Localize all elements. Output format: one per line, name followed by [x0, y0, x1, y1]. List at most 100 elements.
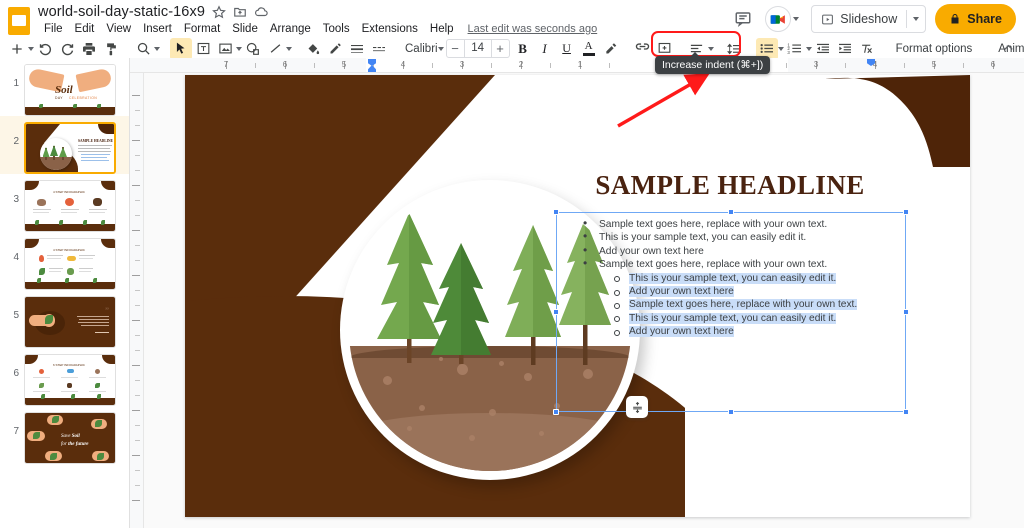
thumbnail-canvas[interactable]: Save Soil for the future [24, 412, 116, 464]
bullet-level2-item[interactable]: This is your sample text, you can easily… [565, 312, 899, 325]
cloud-saved-icon[interactable] [254, 5, 268, 19]
menu-view[interactable]: View [100, 22, 137, 36]
slide-thumbnail-1[interactable]: 1 Soil DAY CELEBRATION [0, 58, 129, 116]
menu-slide[interactable]: Slide [226, 22, 264, 36]
add-slide-icon[interactable] [6, 38, 28, 60]
thumbnail-canvas[interactable]: 4 STEP INFOGRAPHIC [24, 180, 116, 232]
font-name-chevron-down-icon[interactable] [437, 46, 444, 51]
slide-thumbnail-5[interactable]: 5 ” [0, 290, 129, 348]
text-color-button[interactable]: A [578, 38, 600, 60]
bullet-list[interactable]: Sample text goes here, replace with your… [565, 217, 899, 339]
increase-font-size-button[interactable]: + [492, 40, 509, 57]
line-icon[interactable] [264, 38, 286, 60]
share-button[interactable]: Share [935, 4, 1016, 34]
bullet-level2-item[interactable]: Add your own text here [565, 285, 899, 298]
collapse-toolbar-icon[interactable] [1001, 40, 1016, 58]
resize-handle-mid-right[interactable] [903, 309, 909, 315]
google-meet-icon [765, 6, 792, 32]
resize-handle-bottom-left[interactable] [553, 409, 559, 415]
highlight-color-icon[interactable] [600, 38, 622, 60]
insert-link-icon[interactable] [632, 38, 654, 60]
menu-help[interactable]: Help [424, 22, 460, 36]
menu-file[interactable]: File [38, 22, 69, 36]
bullet-level1-item[interactable]: Add your own text here [565, 244, 899, 258]
bulleted-list-options-icon[interactable] [777, 46, 784, 51]
undo-icon[interactable] [34, 38, 56, 60]
menu-tools[interactable]: Tools [317, 22, 356, 36]
insert-image-icon[interactable] [214, 38, 236, 60]
slide-thumbnail-3[interactable]: 3 4 STEP INFOGRAPHIC [0, 174, 129, 232]
numbered-list-options-icon[interactable] [805, 46, 812, 51]
line-options-icon[interactable] [286, 46, 292, 51]
horizontal-ruler[interactable]: 7 6 5 4 3 2 1 1 2 3 4 5 6 [130, 58, 1024, 73]
menu-extensions[interactable]: Extensions [356, 22, 424, 36]
vertical-ruler[interactable] [130, 73, 144, 528]
resize-handle-bottom-center[interactable] [728, 409, 734, 415]
current-slide[interactable]: SAMPLE HEADLINE Sample text goes here, r… [185, 75, 970, 517]
resize-handle-top-left[interactable] [553, 209, 559, 215]
decrease-font-size-button[interactable]: − [447, 40, 464, 57]
italic-button[interactable]: I [534, 38, 556, 60]
print-icon[interactable] [78, 38, 100, 60]
shape-icon[interactable] [242, 38, 264, 60]
slide-number: 2 [13, 136, 19, 147]
font-size-input[interactable]: 14 [463, 40, 492, 57]
align-options-icon[interactable] [707, 46, 714, 51]
thumbnail-canvas[interactable]: 4 STEP INFOGRAPHIC [24, 238, 116, 290]
menu-format[interactable]: Format [178, 22, 226, 36]
zoom-options-icon[interactable] [154, 46, 160, 51]
menu-insert[interactable]: Insert [137, 22, 178, 36]
underline-button[interactable]: U [556, 38, 578, 60]
document-title[interactable]: world-soil-day-static-16x9 [38, 4, 205, 20]
text-box-icon[interactable] [192, 38, 214, 60]
slide-headline[interactable]: SAMPLE HEADLINE [560, 170, 900, 201]
decrease-indent-icon[interactable] [812, 38, 834, 60]
bullet-level1-item[interactable]: This is your sample text, you can easily… [565, 230, 899, 244]
menu-arrange[interactable]: Arrange [264, 22, 317, 36]
thumbnail-canvas[interactable]: 6 STEP INFOGRAPHIC [24, 354, 116, 406]
menu-edit[interactable]: Edit [69, 22, 101, 36]
bullet-level1-item[interactable]: Sample text goes here, replace with your… [565, 217, 899, 231]
thumbnail-canvas[interactable]: ” [24, 296, 116, 348]
fill-color-icon[interactable] [302, 38, 324, 60]
slide-thumbnail-7[interactable]: 7 Save Soil for the future [0, 406, 129, 464]
bullet-level2-item[interactable]: Sample text goes here, replace with your… [565, 298, 899, 311]
slideshow-options-button[interactable] [907, 17, 925, 21]
numbered-list-icon[interactable]: 123 [784, 38, 806, 60]
body-text-box[interactable]: Sample text goes here, replace with your… [553, 209, 909, 415]
bullet-level2-item[interactable]: This is your sample text, you can easily… [565, 272, 899, 285]
slideshow-button[interactable]: Slideshow [812, 6, 906, 32]
slide-filmstrip[interactable]: 1 Soil DAY CELEBRATION 2 SAMPLE HEADLINE… [0, 58, 130, 528]
slide-canvas-area[interactable]: SAMPLE HEADLINE Sample text goes here, r… [144, 73, 1024, 528]
border-weight-icon[interactable] [346, 38, 368, 60]
border-color-icon[interactable] [324, 38, 346, 60]
bullet-level2-item[interactable]: Add your own text here [565, 325, 899, 338]
font-name-select[interactable]: Calibri [400, 43, 438, 55]
resize-handle-top-center[interactable] [728, 209, 734, 215]
resize-handle-mid-left[interactable] [553, 309, 559, 315]
bold-button[interactable]: B [512, 38, 534, 60]
bullet-level1-item[interactable]: Sample text goes here, replace with your… [565, 257, 899, 271]
comment-history-icon[interactable] [730, 6, 756, 32]
google-meet-button[interactable] [765, 5, 802, 33]
paint-format-icon[interactable] [100, 38, 122, 60]
increase-indent-icon[interactable] [834, 38, 856, 60]
move-to-folder-icon[interactable] [233, 5, 247, 19]
slide-thumbnail-6[interactable]: 6 6 STEP INFOGRAPHIC [0, 348, 129, 406]
zoom-icon[interactable] [132, 38, 154, 60]
select-cursor-icon[interactable] [170, 37, 192, 60]
slide-thumbnail-2[interactable]: 2 SAMPLE HEADLINE [0, 116, 129, 174]
star-icon[interactable] [212, 5, 226, 19]
resize-handle-top-right[interactable] [903, 209, 909, 215]
format-options-button[interactable]: Format options [888, 43, 981, 55]
border-dash-icon[interactable] [368, 38, 390, 60]
redo-icon[interactable] [56, 38, 78, 60]
lock-icon [951, 14, 959, 24]
slide-thumbnail-4[interactable]: 4 4 STEP INFOGRAPHIC [0, 232, 129, 290]
thumbnail-canvas[interactable]: SAMPLE HEADLINE [24, 122, 116, 174]
line-spacing-floating-button[interactable] [626, 396, 648, 418]
clear-formatting-icon[interactable] [856, 38, 878, 60]
last-edit-status[interactable]: Last edit was seconds ago [468, 23, 598, 35]
resize-handle-bottom-right[interactable] [903, 409, 909, 415]
thumbnail-canvas[interactable]: Soil DAY CELEBRATION [24, 64, 116, 116]
